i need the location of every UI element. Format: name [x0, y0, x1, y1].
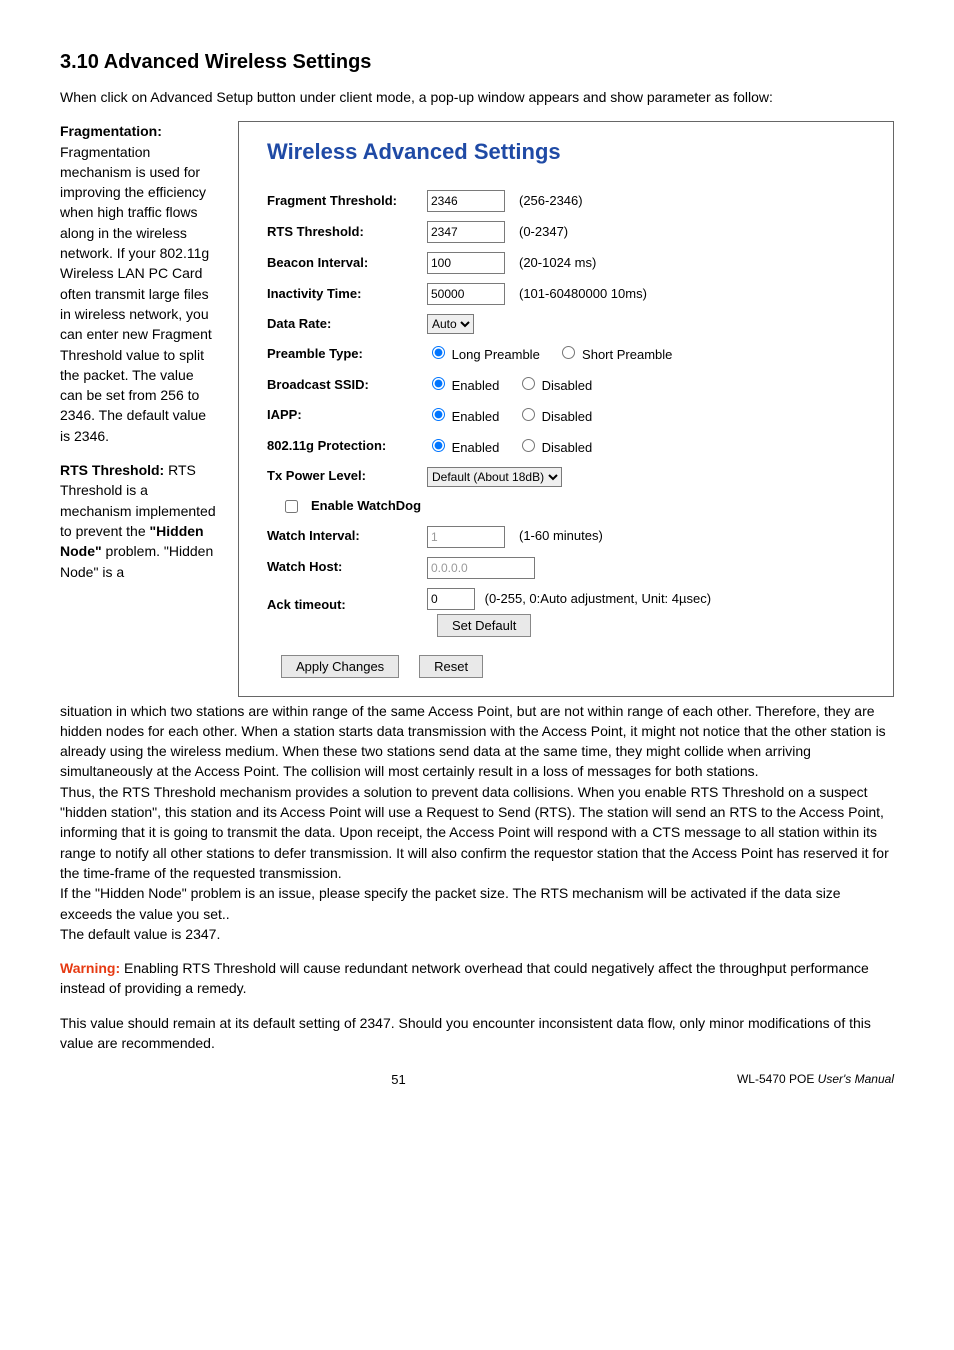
fragment-threshold-row: Fragment Threshold: (256-2346) — [267, 190, 873, 212]
tx-power-select[interactable]: Default (About 18dB) — [427, 467, 562, 487]
page-footer: 51 WL-5470 POE User's Manual — [60, 1071, 894, 1090]
protection-enabled-option[interactable]: Enabled — [427, 440, 499, 455]
protection-disabled-radio[interactable] — [522, 439, 535, 452]
fragment-threshold-label: Fragment Threshold: — [267, 192, 427, 211]
body-p1: situation in which two stations are with… — [60, 703, 886, 780]
broadcast-disabled-option[interactable]: Disabled — [517, 378, 592, 393]
rts-threshold-row: RTS Threshold: (0-2347) — [267, 221, 873, 243]
protection-row: 802.11g Protection: Enabled Disabled — [267, 436, 873, 458]
broadcast-ssid-label: Broadcast SSID: — [267, 376, 427, 395]
rts-threshold-hint: (0-2347) — [519, 223, 568, 242]
reset-button[interactable]: Reset — [419, 655, 483, 678]
ack-timeout-label: Ack timeout: — [267, 588, 427, 615]
watch-interval-hint: (1-60 minutes) — [519, 527, 603, 546]
watch-host-row: Watch Host: — [267, 557, 873, 579]
inactivity-time-label: Inactivity Time: — [267, 285, 427, 304]
apply-changes-button[interactable]: Apply Changes — [281, 655, 399, 678]
ack-timeout-row: Ack timeout: (0-255, 0:Auto adjustment, … — [267, 588, 873, 637]
left-column-text: Fragmentation: Fragmentation mechanism i… — [60, 121, 220, 696]
warning-label: Warning: — [60, 960, 120, 976]
body-p4: The default value is 2347. — [60, 926, 220, 942]
manual-label: WL-5470 POE User's Manual — [737, 1071, 894, 1090]
iapp-enabled-radio[interactable] — [432, 408, 445, 421]
beacon-interval-row: Beacon Interval: (20-1024 ms) — [267, 252, 873, 274]
fragmentation-heading: Fragmentation: — [60, 123, 162, 139]
broadcast-ssid-row: Broadcast SSID: Enabled Disabled — [267, 374, 873, 396]
body-p2: Thus, the RTS Threshold mechanism provid… — [60, 784, 889, 881]
rts-threshold-input[interactable] — [427, 221, 505, 243]
watch-interval-label: Watch Interval: — [267, 527, 427, 546]
iapp-row: IAPP: Enabled Disabled — [267, 405, 873, 427]
fragment-threshold-input[interactable] — [427, 190, 505, 212]
preamble-short-option[interactable]: Short Preamble — [557, 347, 672, 362]
watch-interval-row: Watch Interval: (1-60 minutes) — [267, 526, 873, 548]
page-number: 51 — [60, 1071, 737, 1090]
enable-watchdog-row[interactable]: Enable WatchDog — [281, 497, 873, 516]
beacon-interval-label: Beacon Interval: — [267, 254, 427, 273]
ack-timeout-hint: (0-255, 0:Auto adjustment, Unit: 4µsec) — [485, 591, 711, 606]
watch-host-input — [427, 557, 535, 579]
inactivity-time-hint: (101-60480000 10ms) — [519, 285, 647, 304]
rts-threshold-label: RTS Threshold: — [267, 223, 427, 242]
protection-label: 802.11g Protection: — [267, 437, 427, 456]
watch-host-label: Watch Host: — [267, 558, 427, 577]
tx-power-label: Tx Power Level: — [267, 467, 427, 486]
fragment-threshold-hint: (256-2346) — [519, 192, 583, 211]
rts-threshold-heading: RTS Threshold: — [60, 462, 168, 478]
data-rate-row: Data Rate: Auto — [267, 314, 873, 334]
body-p5: This value should remain at its default … — [60, 1015, 871, 1051]
set-default-button[interactable]: Set Default — [437, 614, 531, 637]
fragmentation-body: Fragmentation mechanism is used for impr… — [60, 142, 220, 446]
beacon-interval-hint: (20-1024 ms) — [519, 254, 596, 273]
iapp-label: IAPP: — [267, 406, 427, 425]
iapp-disabled-radio[interactable] — [522, 408, 535, 421]
data-rate-select[interactable]: Auto — [427, 314, 474, 334]
beacon-interval-input[interactable] — [427, 252, 505, 274]
iapp-enabled-option[interactable]: Enabled — [427, 409, 499, 424]
broadcast-enabled-radio[interactable] — [432, 377, 445, 390]
settings-panel: Wireless Advanced Settings Fragment Thre… — [238, 121, 894, 696]
broadcast-disabled-radio[interactable] — [522, 377, 535, 390]
protection-disabled-option[interactable]: Disabled — [517, 440, 592, 455]
inactivity-time-row: Inactivity Time: (101-60480000 10ms) — [267, 283, 873, 305]
broadcast-enabled-option[interactable]: Enabled — [427, 378, 499, 393]
tx-power-row: Tx Power Level: Default (About 18dB) — [267, 467, 873, 487]
panel-title: Wireless Advanced Settings — [267, 136, 873, 168]
protection-enabled-radio[interactable] — [432, 439, 445, 452]
section-heading: 3.10 Advanced Wireless Settings — [60, 48, 894, 77]
body-after-panel: situation in which two stations are with… — [60, 701, 894, 1054]
preamble-type-row: Preamble Type: Long Preamble Short Pream… — [267, 343, 873, 365]
preamble-type-label: Preamble Type: — [267, 345, 427, 364]
intro-text: When click on Advanced Setup button unde… — [60, 87, 894, 107]
ack-timeout-input[interactable] — [427, 588, 475, 610]
enable-watchdog-label: Enable WatchDog — [311, 497, 421, 516]
data-rate-label: Data Rate: — [267, 315, 427, 334]
preamble-short-radio[interactable] — [562, 346, 575, 359]
inactivity-time-input[interactable] — [427, 283, 505, 305]
preamble-long-radio[interactable] — [432, 346, 445, 359]
enable-watchdog-checkbox[interactable] — [285, 500, 298, 513]
watch-interval-input — [427, 526, 505, 548]
warning-text: Enabling RTS Threshold will cause redund… — [60, 960, 869, 996]
iapp-disabled-option[interactable]: Disabled — [517, 409, 592, 424]
preamble-long-option[interactable]: Long Preamble — [427, 347, 540, 362]
body-p3: If the "Hidden Node" problem is an issue… — [60, 885, 841, 921]
